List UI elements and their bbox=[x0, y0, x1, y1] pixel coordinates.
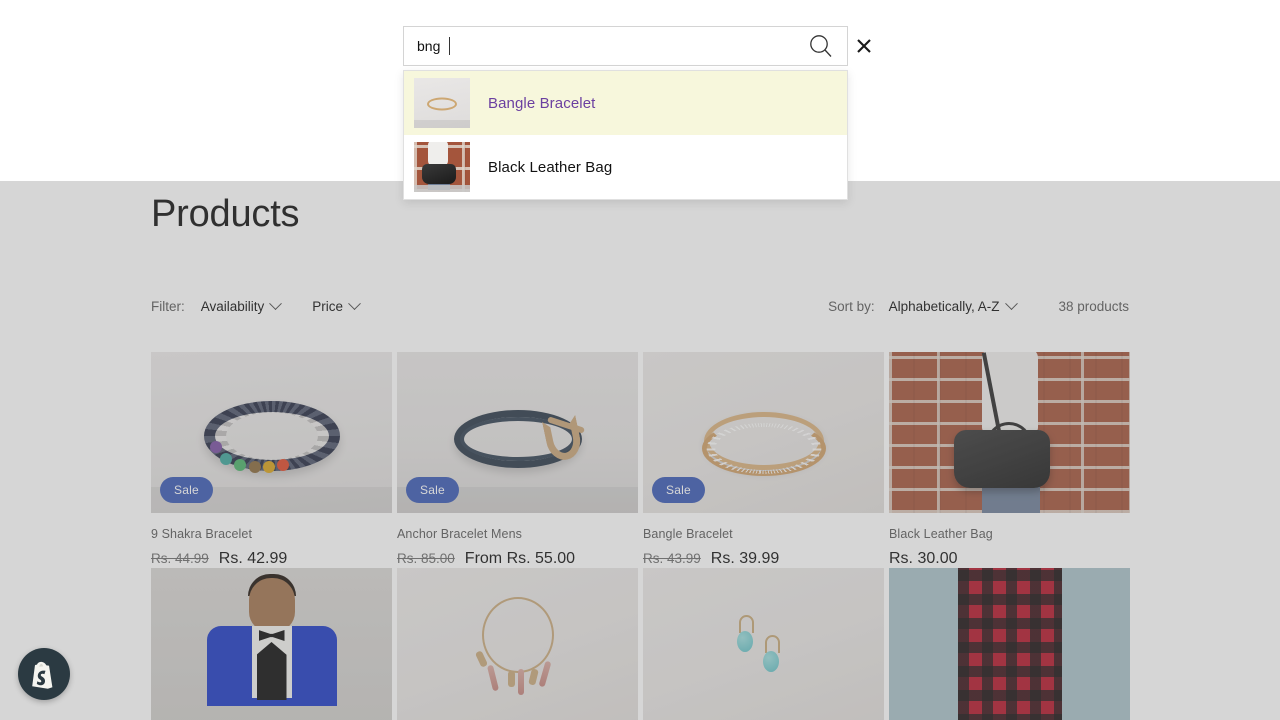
search-submit-button[interactable] bbox=[795, 27, 847, 65]
search-result-item[interactable]: Bangle Bracelet bbox=[404, 71, 847, 135]
close-search-button[interactable] bbox=[851, 33, 877, 59]
thumb-floor bbox=[414, 185, 470, 192]
search-input[interactable] bbox=[404, 27, 795, 65]
white-tshirt bbox=[428, 142, 448, 166]
black-leather-bag-thumb bbox=[414, 142, 470, 192]
bangle-bracelet-thumb bbox=[414, 78, 470, 128]
search-icon bbox=[810, 35, 832, 57]
search-field[interactable] bbox=[403, 26, 848, 66]
search-row bbox=[403, 26, 848, 66]
search-result-item[interactable]: Black Leather Bag bbox=[404, 135, 847, 199]
predictive-search-overlay: Bangle Bracelet Black Leather Bag bbox=[0, 0, 1280, 200]
thumb-photo bbox=[414, 78, 470, 128]
shopify-badge[interactable] bbox=[18, 648, 70, 700]
search-dim-overlay[interactable] bbox=[0, 181, 1280, 720]
close-icon bbox=[857, 39, 871, 53]
black-leather-bag bbox=[422, 164, 456, 184]
shopify-bag-icon bbox=[32, 661, 53, 689]
thumb-photo bbox=[414, 142, 470, 192]
thumb-floor bbox=[414, 120, 470, 128]
bangle-outline bbox=[427, 97, 457, 111]
predictive-results-list: Bangle Bracelet Black Leather Bag bbox=[403, 70, 848, 200]
search-result-title: Bangle Bracelet bbox=[488, 94, 596, 112]
text-cursor bbox=[449, 37, 450, 55]
search-result-title: Black Leather Bag bbox=[488, 158, 613, 176]
